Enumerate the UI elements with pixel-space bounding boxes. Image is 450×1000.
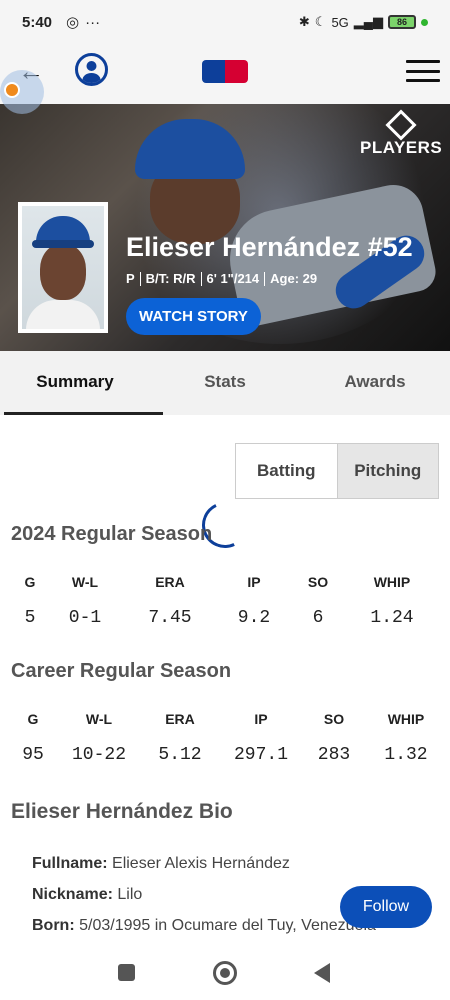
status-bar: 5:40 ◎ ··· ✱ ☾ 5G ▂▄▆ 86 [0, 0, 450, 44]
bio-born-value: 5/03/1995 in Ocumare del Tuy, Venezuela [79, 917, 376, 934]
stat-header: IP [247, 574, 261, 590]
watch-story-button[interactable]: WATCH STORY [126, 298, 261, 335]
player-headshot [18, 202, 108, 333]
menu-line [406, 79, 440, 82]
season-stats-title: 2024 Regular Season [11, 523, 213, 545]
bio-born: Born: 5/03/1995 in Ocumare del Tuy, Vene… [32, 917, 376, 935]
status-right: ✱ ☾ 5G ▂▄▆ 86 [299, 14, 428, 30]
headshot-photo [22, 206, 104, 329]
more-icon: ··· [85, 13, 101, 31]
bio-born-label: Born: [32, 917, 75, 934]
menu-line [406, 69, 440, 73]
moon-icon: ☾ [314, 14, 327, 29]
stat-value: 1.32 [384, 745, 428, 765]
bio-nickname-label: Nickname: [32, 886, 113, 903]
stat-value: 7.45 [148, 608, 192, 628]
profile-icon[interactable] [75, 53, 108, 86]
player-hero: PLAYERS Elieser Hernández #52 P B/T: R/R… [0, 104, 450, 351]
stat-value: 1.24 [370, 608, 414, 628]
stat-header: ERA [155, 574, 185, 590]
signal-icon: ▂▄▆ [353, 14, 383, 29]
meta-divider [264, 271, 266, 286]
bio-fullname-value: Elieser Alexis Hernández [112, 855, 290, 872]
batting-pitching-toggle: Batting Pitching [235, 443, 439, 499]
menu-line [406, 60, 440, 63]
stat-value: 5 [24, 608, 36, 628]
players-logo-icon [385, 109, 417, 141]
bluetooth-icon: ✱ [298, 14, 310, 29]
home-icon[interactable] [213, 961, 237, 985]
profile-tabs: Summary Stats Awards [0, 351, 450, 415]
status-time: 5:40 [22, 13, 53, 31]
tab-stats[interactable]: Stats [150, 351, 300, 415]
tab-summary[interactable]: Summary [0, 351, 163, 415]
back-triangle-icon[interactable] [314, 963, 330, 983]
stat-header: SO [307, 574, 329, 590]
status-left: 5:40 ◎ ··· [22, 13, 101, 32]
players-logo-text: PLAYERS [360, 138, 443, 157]
headshot-cap-bill [32, 240, 94, 248]
bio-fullname-label: Fullname: [32, 855, 108, 872]
stat-value: 0-1 [68, 608, 102, 628]
instagram-icon: ◎ [66, 14, 80, 31]
player-meta: P B/T: R/R 6' 1"/214 Age: 29 [126, 271, 317, 286]
mlb-logo[interactable] [202, 60, 248, 83]
season-stats-header: G W-L ERA IP SO WHIP [0, 574, 450, 590]
stat-value: 9.2 [237, 608, 271, 628]
profile-glyph [82, 61, 101, 83]
bio-fullname: Fullname: Elieser Alexis Hernández [32, 855, 290, 873]
stat-header: SO [323, 711, 345, 727]
player-position: P [126, 271, 135, 286]
player-height-weight: 6' 1"/214 [206, 271, 260, 286]
batting-toggle-button[interactable]: Batting [236, 444, 337, 498]
stat-header: WHIP [387, 711, 425, 727]
stat-value: 5.12 [158, 745, 202, 765]
mlb-players-logo: PLAYERS [360, 109, 443, 158]
stat-value: 95 [22, 745, 44, 765]
stat-header: G [27, 711, 39, 727]
assistant-dot-icon [4, 82, 20, 98]
bio-nickname: Nickname: Lilo [32, 886, 142, 904]
app-header: ← [0, 44, 450, 104]
career-stats-values: 95 10-22 5.12 297.1 283 1.32 [0, 745, 450, 765]
bio-nickname-value: Lilo [117, 886, 143, 903]
stat-header: IP [254, 711, 268, 727]
tab-awards[interactable]: Awards [300, 351, 450, 415]
career-stats-header: G W-L ERA IP SO WHIP [0, 711, 450, 727]
player-age: Age: 29 [270, 271, 318, 286]
stat-value: 283 [317, 745, 351, 765]
privacy-dot-icon [421, 18, 428, 26]
hamburger-menu-icon[interactable] [406, 60, 440, 82]
headshot-face [40, 244, 86, 300]
stat-value: 10-22 [71, 745, 126, 765]
stat-header: G [24, 574, 36, 590]
pitching-toggle-button[interactable]: Pitching [336, 444, 438, 498]
meta-divider [200, 271, 202, 286]
follow-button[interactable]: Follow [340, 886, 432, 928]
stat-value: 297.1 [233, 745, 288, 765]
meta-divider [139, 271, 141, 286]
system-nav-bar [0, 944, 450, 1000]
player-name: Elieser Hernández #52 [126, 232, 413, 262]
stat-header: WHIP [373, 574, 411, 590]
recents-icon[interactable] [118, 964, 135, 981]
battery-icon: 86 [388, 15, 416, 29]
stat-header: W-L [71, 574, 99, 590]
career-stats-title: Career Regular Season [11, 660, 232, 682]
season-stats-values: 5 0-1 7.45 9.2 6 1.24 [0, 608, 450, 628]
stat-value: 6 [312, 608, 324, 628]
player-bats-throws: B/T: R/R [145, 271, 196, 286]
floating-assistant-bubble[interactable] [0, 70, 44, 114]
stat-header: W-L [85, 711, 113, 727]
stat-header: ERA [165, 711, 195, 727]
headshot-jersey [26, 300, 100, 329]
network-label: 5G [331, 14, 349, 30]
bio-title: Elieser Hernández Bio [11, 800, 233, 823]
